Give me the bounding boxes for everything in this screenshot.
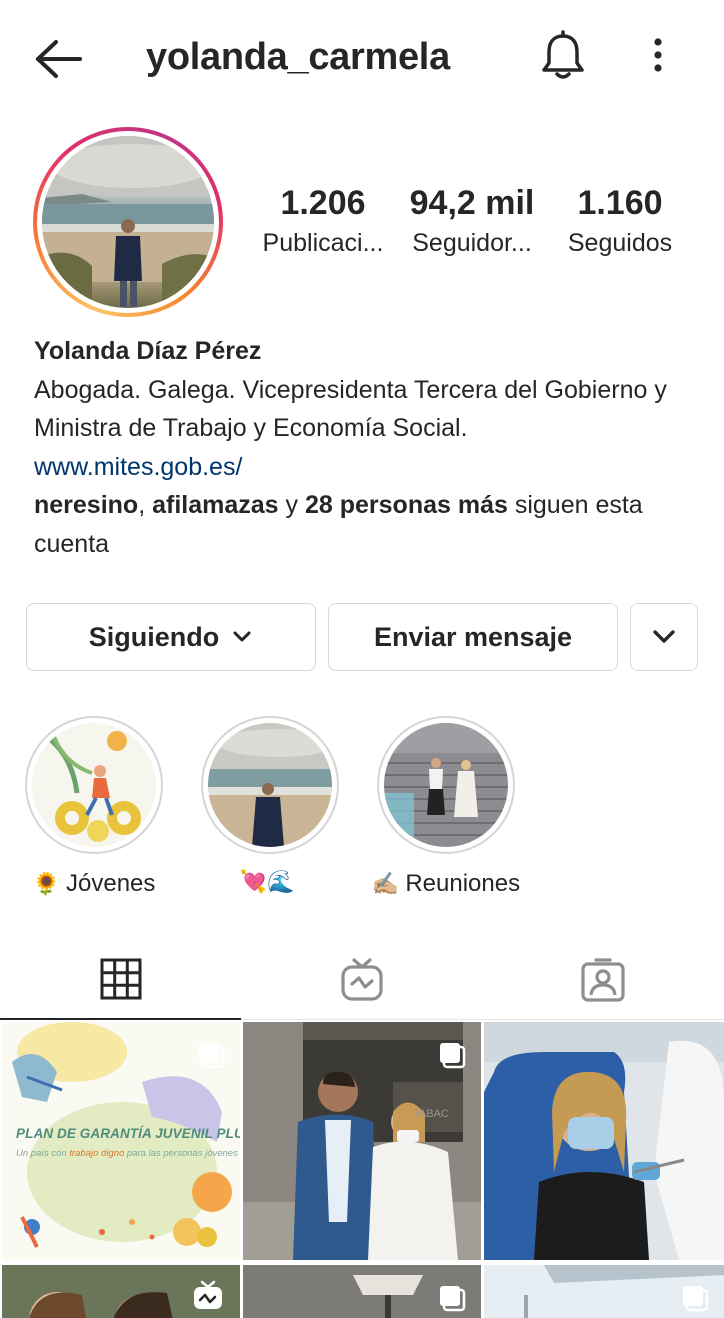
profile-full-name: Yolanda Díaz Pérez — [34, 337, 262, 365]
following-count: 1.160 — [577, 184, 663, 222]
profile-avatar[interactable] — [33, 127, 223, 317]
post-thumbnail[interactable] — [243, 1265, 481, 1318]
stat-following[interactable]: 1.160 Seguidos — [558, 184, 682, 258]
multiple-photos-icon — [199, 1043, 225, 1069]
writing-hand-icon: ✍🏼 — [371, 871, 400, 897]
multiple-photos-icon — [440, 1043, 466, 1069]
multiple-photos-icon — [683, 1286, 709, 1312]
highlight-label-text: Reuniones — [405, 870, 521, 897]
highlight-heart-wave[interactable]: 💘🌊 — [201, 716, 339, 895]
notifications-button[interactable] — [538, 30, 588, 82]
followers-count: 94,2 mil — [409, 184, 535, 222]
send-message-button[interactable]: Enviar mensaje — [328, 603, 618, 671]
tab-igtv[interactable] — [241, 940, 482, 1020]
bell-icon — [542, 30, 584, 79]
stat-followers[interactable]: 94,2 mil Seguidor... — [403, 184, 541, 258]
highlight-cover — [32, 723, 156, 847]
following-label: Seguidos — [567, 229, 673, 257]
chevron-down-icon — [233, 631, 251, 642]
following-button[interactable]: Siguiendo — [26, 603, 316, 671]
profile-tabs — [0, 940, 724, 1020]
bio-website-link[interactable]: www.mites.gob.es/ — [34, 448, 694, 487]
highlight-label: ✍🏼 Reuniones — [372, 870, 520, 898]
subtitle-emphasis: trabajo digno — [69, 1148, 125, 1159]
separator-text: , — [138, 491, 153, 519]
tab-tagged[interactable] — [482, 940, 723, 1020]
profile-username: yolanda_carmela — [146, 36, 450, 78]
tab-grid[interactable] — [0, 940, 241, 1020]
highlight-label: 🌻 Jóvenes — [25, 870, 163, 898]
posts-label: Publicaci... — [262, 229, 384, 257]
post-subtitle-text: Un país con trabajo digno para las perso… — [16, 1148, 238, 1159]
igtv-icon — [194, 1280, 222, 1309]
followers-label: Seguidor... — [412, 229, 532, 257]
highlight-ring — [201, 716, 339, 854]
shop-sign-text: TABAC — [413, 1108, 449, 1120]
more-options-button[interactable] — [640, 36, 676, 76]
suggested-accounts-button[interactable] — [630, 603, 698, 671]
posts-grid: PLAN DE GARANTÍA JUVENIL PLUS Un país co… — [0, 1022, 724, 1318]
subtitle-part: Un país con — [16, 1148, 70, 1159]
post-thumbnail[interactable] — [2, 1265, 240, 1318]
highlight-cover — [384, 723, 508, 847]
profile-bio: Yolanda Díaz Pérez Abogada. Galega. Vice… — [34, 332, 694, 563]
avatar-beach-illustration — [42, 136, 214, 308]
followed-by-text[interactable]: neresino, afilamazas y 28 personas más s… — [34, 491, 643, 558]
beach-portrait-illustration — [208, 723, 332, 847]
arrow-left-icon — [36, 40, 82, 78]
tagged-user-icon — [580, 958, 625, 1002]
post-thumbnail[interactable]: PLAN DE GARANTÍA JUVENIL PLUS Un país co… — [2, 1022, 240, 1260]
grid-icon — [100, 958, 141, 1000]
avatar-frame — [37, 131, 219, 313]
highlight-label: 💘🌊 — [201, 870, 339, 895]
highlight-label-text: Jóvenes — [66, 870, 156, 897]
stat-posts[interactable]: 1.206 Publicaci... — [256, 184, 390, 258]
others-count: 28 personas más — [304, 491, 508, 519]
post-title-text: PLAN DE GARANTÍA JUVENIL PLUS — [16, 1126, 240, 1141]
heart-wave-icon: 💘🌊 — [239, 870, 295, 895]
highlight-jovenes[interactable]: 🌻 Jóvenes — [25, 716, 163, 898]
subtitle-part: para las personas jóvenes — [124, 1148, 238, 1159]
send-message-label: Enviar mensaje — [373, 621, 573, 652]
highlight-ring — [25, 716, 163, 854]
follower-name: neresino — [34, 491, 139, 519]
cyclist-gears-illustration — [40, 730, 141, 842]
avatar-photo — [42, 136, 214, 308]
top-bar: yolanda_carmela — [0, 0, 724, 116]
igtv-icon — [340, 958, 383, 1001]
multiple-photos-icon — [440, 1286, 466, 1312]
vertical-ellipsis-icon — [654, 38, 662, 72]
vaccination-illustration — [484, 1022, 724, 1260]
highlight-cover — [208, 723, 332, 847]
posts-count: 1.206 — [280, 184, 366, 222]
highlight-reuniones[interactable]: ✍🏼 Reuniones — [372, 716, 520, 898]
separator-text: y — [278, 491, 305, 519]
post-thumbnail[interactable] — [484, 1265, 724, 1318]
follower-name: afilamazas — [152, 491, 279, 519]
post-thumbnail[interactable] — [484, 1022, 724, 1260]
highlight-ring — [377, 716, 515, 854]
back-button[interactable] — [30, 36, 86, 82]
sunflower-icon: 🌻 — [32, 871, 60, 897]
bio-description: Abogada. Galega. Vicepresidenta Tercera … — [34, 375, 667, 443]
following-button-label: Siguiendo — [88, 621, 220, 652]
stairs-meeting-illustration — [384, 723, 508, 847]
post-thumbnail[interactable]: TABAC — [243, 1022, 481, 1260]
chevron-down-icon — [653, 630, 675, 643]
